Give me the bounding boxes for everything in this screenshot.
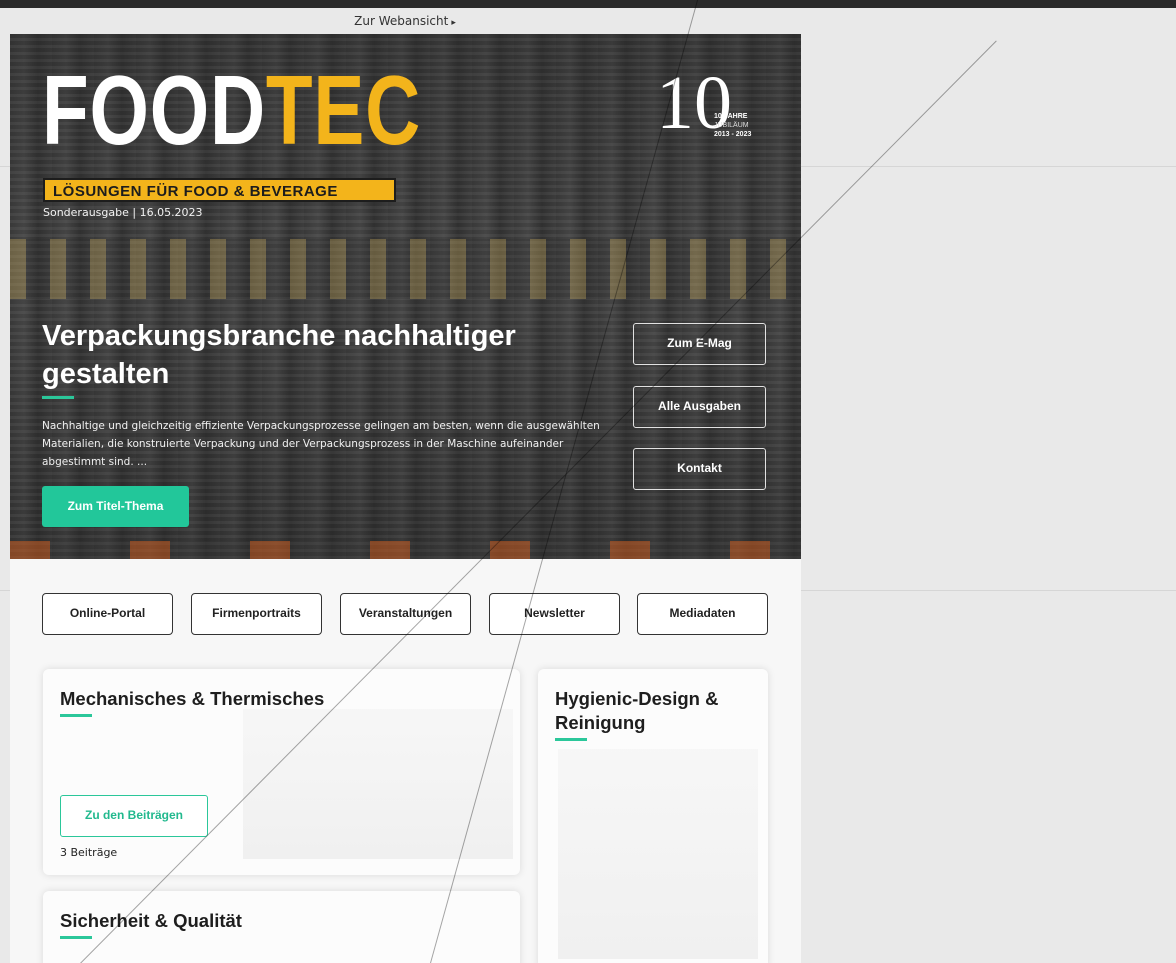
- jubilee-line: 10 JAHRE: [714, 113, 748, 120]
- card-accent-line: [60, 714, 92, 717]
- card-accent-line: [555, 738, 587, 741]
- card-title: Hygienic-Design & Reinigung: [555, 688, 719, 733]
- contact-button[interactable]: Kontakt: [633, 448, 766, 490]
- article-count: 3 Beiträge: [60, 846, 118, 859]
- nav-newsletter[interactable]: Newsletter: [489, 593, 620, 635]
- hero-teaser: Nachhaltige und gleichzeitig effiziente …: [42, 420, 600, 468]
- nav-company-portraits[interactable]: Firmenportraits: [191, 593, 322, 635]
- content-area: Online-Portal Firmenportraits Veranstalt…: [10, 559, 801, 963]
- nav-events[interactable]: Veranstaltungen: [340, 593, 471, 635]
- card-title: Mechanisches & Thermisches: [60, 688, 325, 709]
- category-card-mechanical: Mechanisches & Thermisches Zu den Beiträ…: [43, 669, 520, 875]
- card-title: Sicherheit & Qualität: [60, 910, 242, 931]
- hero-banner: FOODTEC LÖSUNGEN FÜR FOOD & BEVERAGE Son…: [10, 34, 801, 559]
- edition-date: Sonderausgabe | 16.05.2023: [43, 206, 203, 219]
- top-bar: [0, 0, 1176, 8]
- webview-link[interactable]: Zur Webansicht ▸: [354, 14, 456, 28]
- card-background-image: [243, 709, 513, 859]
- webview-link-row: Zur Webansicht ▸: [10, 8, 800, 34]
- logo-tec: TEC: [265, 55, 422, 165]
- jubilee-text: 10 JAHRE JUBILÄUM 2013 - 2023: [714, 112, 751, 139]
- category-card-hygienic: Hygienic-Design & Reinigung: [538, 669, 768, 963]
- webview-link-label[interactable]: Zur Webansicht: [354, 14, 448, 28]
- card-background-image: [558, 749, 758, 959]
- jubilee-badge: 10 10 JAHRE JUBILÄUM 2013 - 2023: [652, 61, 782, 154]
- foodtec-logo[interactable]: FOODTEC: [42, 61, 421, 159]
- triangle-right-icon: ▸: [451, 18, 456, 28]
- to-articles-button[interactable]: Zu den Beiträgen: [60, 795, 208, 837]
- card-accent-line: [60, 936, 92, 939]
- jubilee-line: 2013 - 2023: [714, 131, 752, 138]
- hero-background-machine: [10, 541, 801, 559]
- hero-title: Verpackungsbranche nachhaltiger gestalte…: [42, 320, 516, 390]
- hero-background-bottles: [10, 239, 801, 299]
- logo-food: FOOD: [42, 55, 266, 165]
- nav-online-portal[interactable]: Online-Portal: [42, 593, 173, 635]
- all-issues-button[interactable]: Alle Ausgaben: [633, 386, 766, 428]
- title-theme-button[interactable]: Zum Titel-Thema: [42, 486, 189, 527]
- jubilee-line: JUBILÄUM: [714, 122, 749, 129]
- title-accent-line: [42, 396, 74, 399]
- logo-tagline: LÖSUNGEN FÜR FOOD & BEVERAGE: [43, 178, 396, 202]
- nav-media-data[interactable]: Mediadaten: [637, 593, 768, 635]
- emag-button[interactable]: Zum E-Mag: [633, 323, 766, 365]
